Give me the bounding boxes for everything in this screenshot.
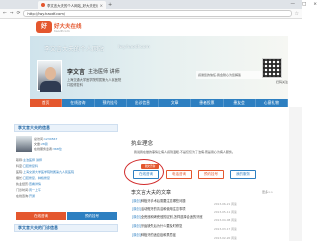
article-tag: [原创] bbox=[132, 207, 141, 211]
doctor-face bbox=[45, 67, 56, 80]
articles-more-link[interactable]: 更多>> bbox=[262, 190, 273, 194]
doctor-photo bbox=[37, 60, 62, 92]
forward-icon[interactable]: → bbox=[10, 11, 14, 16]
nav-schedule[interactable]: 出诊信息 bbox=[127, 99, 159, 107]
window-controls: — □ × bbox=[290, 0, 317, 8]
nav-consult[interactable]: 在线咨询 bbox=[62, 99, 95, 107]
article-meta: 2013-03-17 阅读 bbox=[214, 227, 237, 231]
stat-value[interactable]: 28篇 bbox=[41, 142, 48, 146]
article-tag: [原创] bbox=[132, 199, 141, 203]
info-row: 科室:口腔修复科 bbox=[16, 164, 38, 168]
stat-label: 文章: bbox=[34, 142, 42, 146]
info-label: 职称: bbox=[16, 158, 24, 162]
banner-title: 李文言大夫的个人网站 bbox=[44, 46, 105, 53]
clinic-info-header: 李文言大夫的门诊信息 bbox=[14, 224, 118, 232]
url-input[interactable]: http://lwy.haodf.com/ bbox=[23, 10, 292, 17]
bookmark-star-icon[interactable]: ☆ bbox=[295, 11, 299, 17]
minimize-icon[interactable]: — bbox=[290, 2, 295, 7]
article-meta: 2013-02-20 阅读 bbox=[214, 236, 237, 240]
new-tab-button[interactable]: + bbox=[108, 2, 112, 8]
close-window-icon[interactable]: × bbox=[313, 2, 317, 7]
info-row: 擅长:口腔修复、种植修复 bbox=[16, 176, 50, 180]
article-title[interactable]: 牙齿缺失后为什么要及时修复 bbox=[141, 224, 182, 228]
banner-domain: lwy.haodf.com bbox=[118, 45, 150, 50]
qr-label: 扫码关注 bbox=[275, 80, 288, 84]
site-brand-sub: haodf.com bbox=[54, 29, 70, 33]
article-title[interactable]: 种植牙的适应症和禁忌症 bbox=[141, 233, 176, 237]
stat-row: 文章:28篇 bbox=[34, 142, 48, 146]
doctor-thumbnail bbox=[16, 136, 32, 152]
nav-appointment[interactable]: 预约挂号 bbox=[95, 99, 127, 107]
doctor-department[interactable]: 口腔修复科 bbox=[67, 82, 83, 87]
philosophy-text: 我说我在做的事情让病人感到温暖,不是仅仅为了治病,而是用心为病人服务。 bbox=[134, 150, 235, 154]
info-row: 执业经历:查看详情 bbox=[16, 182, 41, 186]
info-row: 在线咨询:开通 bbox=[16, 194, 35, 198]
info-label: 擅长: bbox=[16, 176, 24, 180]
article-item[interactable]: [原创]活动假牙的清洁和使用注意事项 bbox=[132, 206, 288, 211]
doctor-suit bbox=[40, 81, 61, 92]
info-value: 主治医师 讲师 bbox=[23, 158, 42, 162]
nav-articles[interactable]: 文章 bbox=[159, 99, 192, 107]
doctor-title: 主治医师 讲师 bbox=[88, 69, 120, 75]
back-icon[interactable]: ← bbox=[3, 11, 7, 16]
left-consult-button[interactable]: 在线咨询 bbox=[16, 212, 66, 220]
article-item[interactable]: [原创]种植牙手术后需要注意哪些问题 bbox=[132, 198, 288, 203]
article-tag: [原创] bbox=[132, 215, 141, 219]
highlight-circle bbox=[124, 159, 164, 185]
service-appointment-button[interactable]: 预约挂号 bbox=[198, 170, 224, 179]
site-favicon-icon bbox=[41, 3, 45, 7]
right-gutter bbox=[289, 107, 302, 241]
info-value: 口腔修复、种植修复 bbox=[23, 176, 51, 180]
info-value[interactable]: 查看详情 bbox=[29, 182, 41, 186]
doctor-info-header: 李文言大夫的信息 bbox=[14, 124, 118, 132]
left-appointment-button[interactable]: 预约挂号 bbox=[67, 212, 117, 220]
article-meta: 2013-04-08 阅读 bbox=[214, 218, 237, 222]
info-value[interactable]: 口腔修复科 bbox=[23, 164, 38, 168]
browser-tab[interactable]: 李文言大夫的个人网站_好大夫在线 × bbox=[38, 1, 106, 9]
main-nav: 首页 在线咨询 预约挂号 出诊信息 文章 患者投票 患友会 心意礼物 bbox=[30, 99, 288, 107]
article-title[interactable]: 种植牙手术后需要注意哪些问题 bbox=[141, 199, 186, 203]
info-row: 职称:主治医师 讲师 bbox=[16, 158, 42, 162]
stat-value: 368位 bbox=[53, 147, 62, 151]
address-bar: ← → ⟳ http://lwy.haodf.com/ ☆ bbox=[0, 9, 302, 19]
maximize-icon[interactable]: □ bbox=[302, 2, 306, 7]
info-label: 科室: bbox=[16, 164, 24, 168]
stat-label: 在线服务患者: bbox=[34, 147, 54, 151]
nav-votes[interactable]: 患者投票 bbox=[191, 99, 224, 107]
article-title[interactable]: 活动假牙的清洁和使用注意事项 bbox=[141, 207, 186, 211]
service-my-services-button[interactable]: 我的服务 bbox=[230, 170, 256, 179]
nav-home[interactable]: 首页 bbox=[30, 99, 63, 107]
article-title[interactable]: 全瓷冠和烤瓷冠的区别,怎样选择合适的牙冠 bbox=[141, 215, 203, 219]
philosophy-title: 执业理念 bbox=[131, 141, 154, 147]
article-tag: [原创] bbox=[132, 233, 141, 237]
tab-title: 李文言大夫的个人网站_好大夫在线 bbox=[47, 3, 98, 8]
info-label: 在线咨询: bbox=[16, 194, 30, 198]
stat-row: 总访问:1234567 bbox=[34, 137, 57, 141]
article-item[interactable]: [原创]种植牙的适应症和禁忌症 bbox=[132, 232, 288, 237]
qr-code bbox=[262, 58, 282, 78]
doctor-name: 李文言 bbox=[67, 69, 86, 76]
stat-row: 在线服务患者:368位 bbox=[34, 147, 62, 151]
info-value[interactable]: 上海交通大学医学院附属第九人民医院 bbox=[23, 170, 74, 174]
nav-gifts[interactable]: 心意礼物 bbox=[256, 99, 288, 107]
info-value[interactable]: 开通 bbox=[29, 194, 35, 198]
article-item[interactable]: [原创]牙齿缺失后为什么要及时修复 bbox=[132, 223, 288, 228]
info-row: 医院:上海交通大学医学院附属第九人民医院 bbox=[16, 170, 74, 174]
article-tag: [原创] bbox=[132, 224, 141, 228]
service-phone-consult-button[interactable]: 电话咨询 bbox=[166, 170, 192, 179]
site-logo[interactable]: 好 bbox=[36, 21, 52, 33]
stat-label: 总访问: bbox=[34, 137, 45, 141]
info-label: 门诊时间: bbox=[16, 188, 30, 192]
info-label: 执业经历: bbox=[16, 182, 30, 186]
stat-value: 1234567 bbox=[44, 137, 58, 141]
article-item[interactable]: [原创]全瓷冠和烤瓷冠的区别,怎样选择合适的牙冠 bbox=[132, 214, 288, 219]
reload-icon[interactable]: ⟳ bbox=[17, 11, 21, 16]
info-label: 医院: bbox=[16, 170, 24, 174]
close-tab-icon[interactable]: × bbox=[100, 3, 103, 8]
info-row: 门诊时间:周一上午 bbox=[16, 188, 41, 192]
info-value: 周一上午 bbox=[29, 188, 42, 192]
articles-title: 李文言大夫的文章 bbox=[131, 190, 172, 196]
nav-community[interactable]: 患友会 bbox=[224, 99, 256, 107]
